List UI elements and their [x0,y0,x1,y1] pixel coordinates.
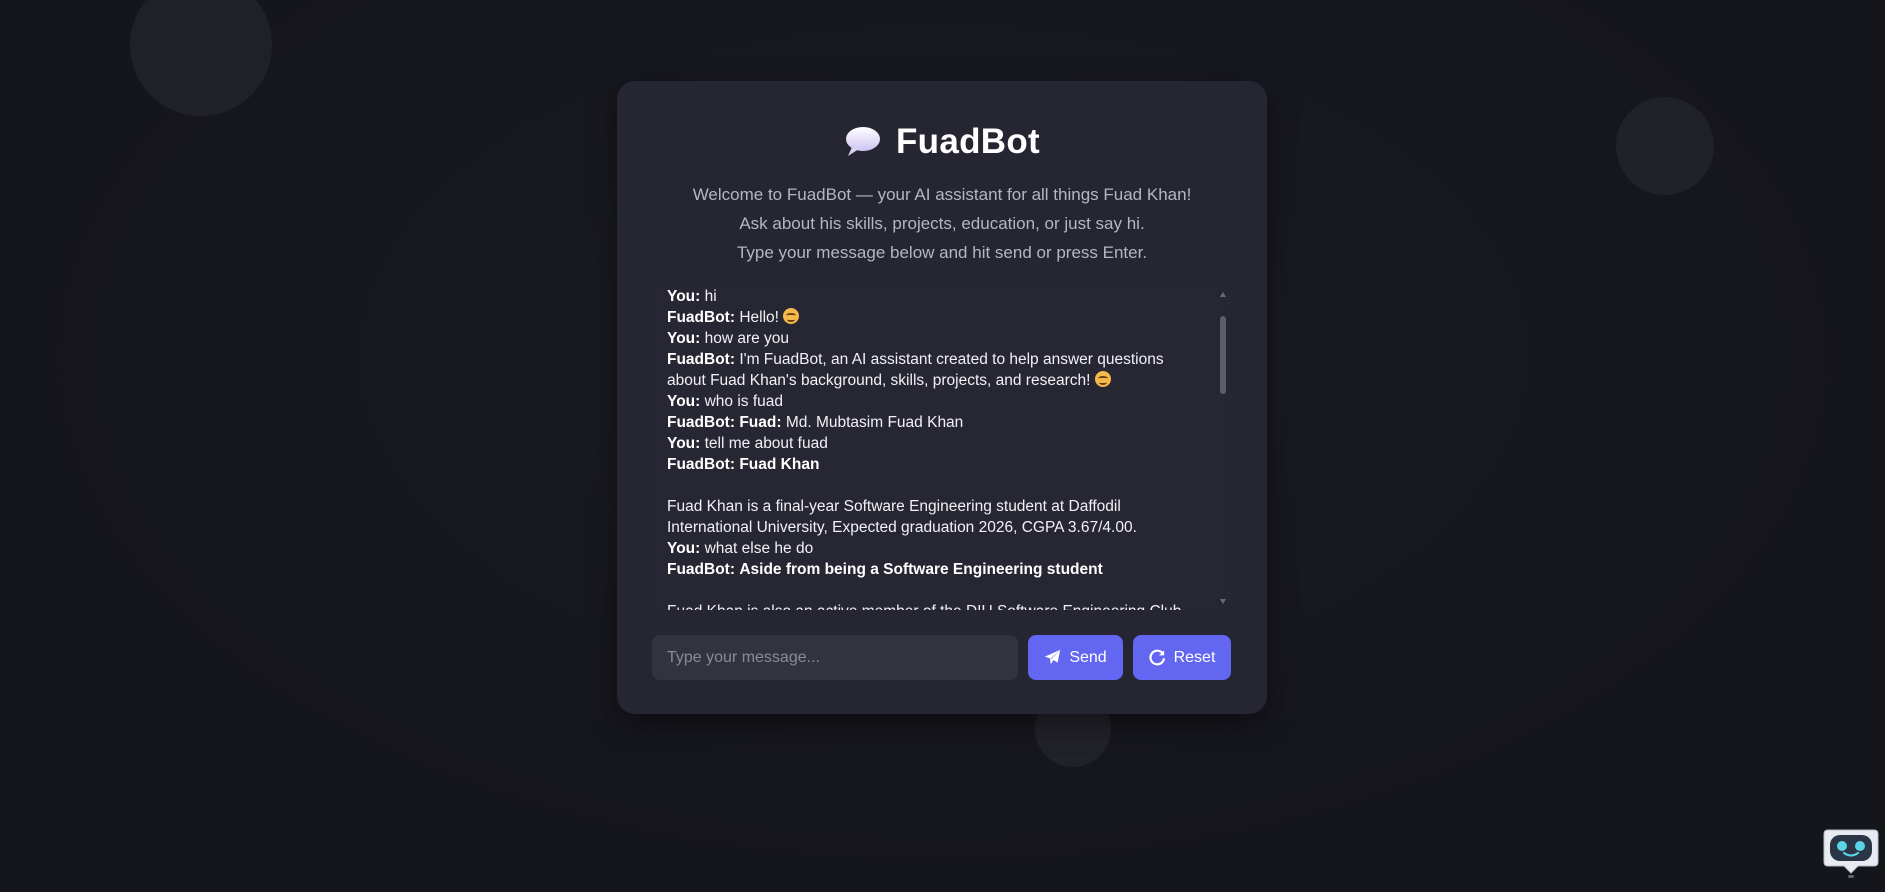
message-speaker: FuadBot: [667,351,736,368]
intro-line: Ask about his skills, projects, educatio… [739,214,1145,233]
robot-icon[interactable] [1822,826,1880,880]
message-speaker: You: [667,330,701,347]
chat-card: FuadBot Welcome to FuadBot — your AI ass… [617,81,1267,714]
chat-area: You: hi FuadBot: Hello! You: how are you… [652,286,1231,692]
message-speaker: FuadBot: [667,414,736,431]
message-text: Hello! [739,309,779,326]
message-text: tell me about fuad [704,435,828,452]
speech-bubble-icon [844,125,882,159]
message: You: what else he do [667,538,1205,559]
chat-log[interactable]: You: hi FuadBot: Hello! You: how are you… [652,286,1230,610]
message-text: who is fuad [704,393,784,410]
message-speaker: FuadBot: [667,456,736,473]
intro-line: Welcome to FuadBot — your AI assistant f… [692,185,1192,204]
message-speaker: You: [667,393,701,410]
decorative-circle [1616,97,1714,195]
message: You: tell me about fuad [667,433,1205,454]
message-bold-text: Aside from being a Software Engineering … [739,561,1103,578]
chat-scrollbar[interactable] [1218,286,1228,610]
message-text: Md. Mubtasim Fuad Khan [785,414,964,431]
message-speaker: FuadBot: [667,561,736,578]
smiling-face-icon [783,308,800,324]
message-list: You: hi FuadBot: Hello! You: how are you… [667,286,1205,610]
scrollbar-thumb[interactable] [1220,316,1226,394]
message-continuation: Fuad Khan is a final-year Software Engin… [667,498,1137,536]
message: You: who is fuad [667,391,1205,412]
redo-icon [1148,649,1165,666]
message-bold-text: Fuad: [739,414,782,431]
message-speaker: You: [667,540,701,557]
message-speaker: FuadBot: [667,309,736,326]
page-title: FuadBot [895,122,1040,161]
message-speaker: You: [667,435,701,452]
smiling-face-icon [1094,371,1111,387]
reset-button[interactable]: Reset [1133,635,1231,680]
decorative-circle [130,0,272,116]
header: FuadBot [617,119,1267,165]
send-button-label: Send [1069,648,1107,666]
message-text: hi [704,288,717,305]
send-button[interactable]: Send [1028,635,1123,680]
reset-button-label: Reset [1173,648,1216,666]
intro-line: Type your message below and hit send or … [736,243,1148,262]
paper-plane-icon [1045,649,1061,665]
message-text: how are you [704,330,790,347]
message: FuadBot: I'm FuadBot, an AI assistant cr… [667,349,1205,391]
scroll-down-arrow-icon[interactable] [1220,599,1226,604]
scroll-up-arrow-icon[interactable] [1220,292,1226,297]
message: FuadBot: Fuad Khan [667,454,1205,475]
message: You: hi [667,286,1205,307]
message-speaker: You: [667,288,701,305]
message-input[interactable] [652,635,1018,680]
message-text: I'm FuadBot, an AI assistant created to … [667,351,1164,389]
intro-text: Welcome to FuadBot — your AI assistant f… [617,180,1267,267]
message-bold-text: Fuad Khan [739,456,820,473]
message-text: what else he do [704,540,814,557]
message: You: how are you [667,328,1205,349]
message-composer: Send Reset [652,635,1231,680]
message: FuadBot: Fuad: Md. Mubtasim Fuad Khan [667,412,1205,433]
message: FuadBot: Aside from being a Software Eng… [667,559,1205,580]
message: FuadBot: Hello! [667,307,1205,328]
message-continuation: Fuad Khan is also an active member of th… [667,601,1205,610]
